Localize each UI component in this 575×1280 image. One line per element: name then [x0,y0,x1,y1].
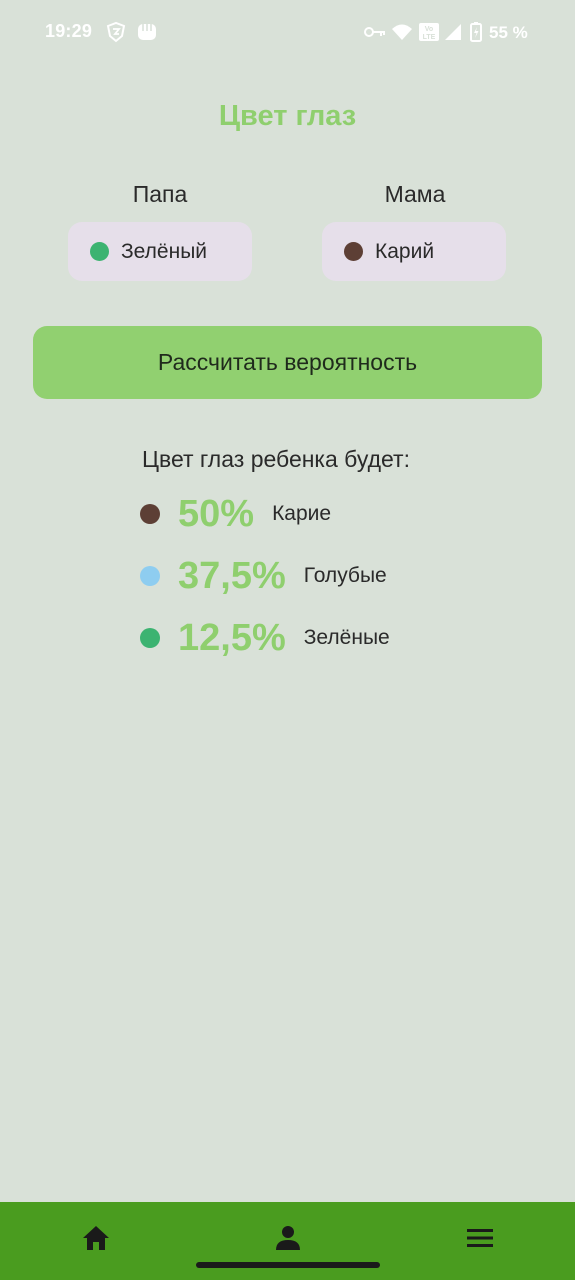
battery-charging-icon [470,20,482,44]
calculate-probability-button[interactable]: Рассчитать вероятность [33,326,542,399]
result-percent: 50% [178,492,255,535]
father-eye-color-value: Зелёный [121,239,208,263]
result-label: Голубые [303,564,387,587]
result-row-brown: 50% Карие [140,489,331,539]
svg-text:Vo: Vo [425,26,433,33]
father-label: Папа [132,181,188,207]
mother-eye-color-select[interactable]: Карий [322,222,506,281]
nav-profile[interactable] [272,1224,304,1256]
vpn-shield-icon [105,20,127,44]
green-color-dot [140,628,160,648]
mother-eye-color-value: Карий [375,239,435,263]
mother-color-dot [344,242,363,261]
result-row-blue: 37,5% Голубые [140,551,387,601]
gesture-home-indicator[interactable] [196,1262,380,1268]
result-percent: 12,5% [178,616,286,659]
result-percent: 37,5% [178,554,286,597]
brown-color-dot [140,504,160,524]
result-row-green: 12,5% Зелёные [140,613,390,663]
signal-icon [444,20,462,44]
father-color-dot [90,242,109,261]
father-eye-color-select[interactable]: Зелёный [68,222,252,281]
menu-icon [466,1227,494,1254]
status-bar: 19:29 Vo LTE 55 % [0,0,575,68]
status-time: 19:29 [45,21,93,41]
person-icon [275,1225,301,1256]
result-heading: Цвет глаз ребенка будет: [142,446,410,472]
blue-color-dot [140,566,160,586]
svg-text:LTE: LTE [423,34,436,41]
result-label: Карие [272,502,332,525]
nav-menu[interactable] [464,1224,496,1256]
nav-home[interactable] [80,1224,112,1256]
wifi-icon [391,20,413,44]
page-title: Цвет глаз [218,100,357,132]
home-icon [82,1225,110,1256]
fist-icon [135,20,159,44]
result-label: Зелёные [303,626,390,649]
bottom-navigation [0,1202,575,1280]
volte-icon: Vo LTE [418,20,440,44]
mother-label: Мама [384,181,446,207]
battery-percent: 55 % [489,23,528,42]
key-icon [364,20,386,44]
